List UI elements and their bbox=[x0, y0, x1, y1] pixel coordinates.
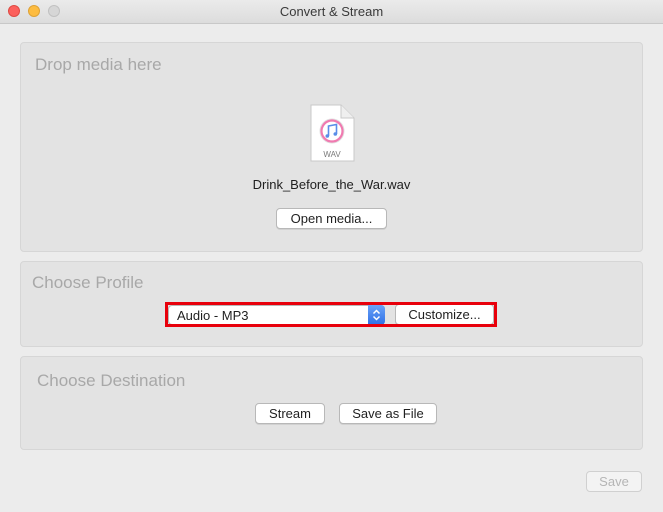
customize-button[interactable]: Customize... bbox=[395, 304, 494, 325]
profile-select-value: Audio - MP3 bbox=[177, 308, 249, 323]
drop-media-title: Drop media here bbox=[35, 55, 162, 74]
window-title: Convert & Stream bbox=[279, 4, 384, 19]
save-button[interactable]: Save bbox=[586, 471, 642, 492]
file-name: Drink_Before_the_War.wav bbox=[252, 177, 411, 192]
file-type-label: WAV bbox=[323, 150, 341, 159]
title-bar: Convert & Stream bbox=[0, 0, 663, 24]
convert-stream-window: Convert & Stream Drop media here WAV Dri… bbox=[0, 0, 663, 512]
profile-select[interactable]: Audio - MP3 bbox=[168, 305, 385, 325]
open-media-button[interactable]: Open media... bbox=[276, 208, 387, 229]
chevron-up-down-icon bbox=[368, 305, 385, 325]
stream-button[interactable]: Stream bbox=[255, 403, 325, 424]
choose-destination-title: Choose Destination bbox=[37, 371, 186, 390]
save-as-file-button[interactable]: Save as File bbox=[339, 403, 437, 424]
wav-file-icon: WAV bbox=[310, 104, 355, 162]
choose-profile-title: Choose Profile bbox=[32, 273, 144, 292]
